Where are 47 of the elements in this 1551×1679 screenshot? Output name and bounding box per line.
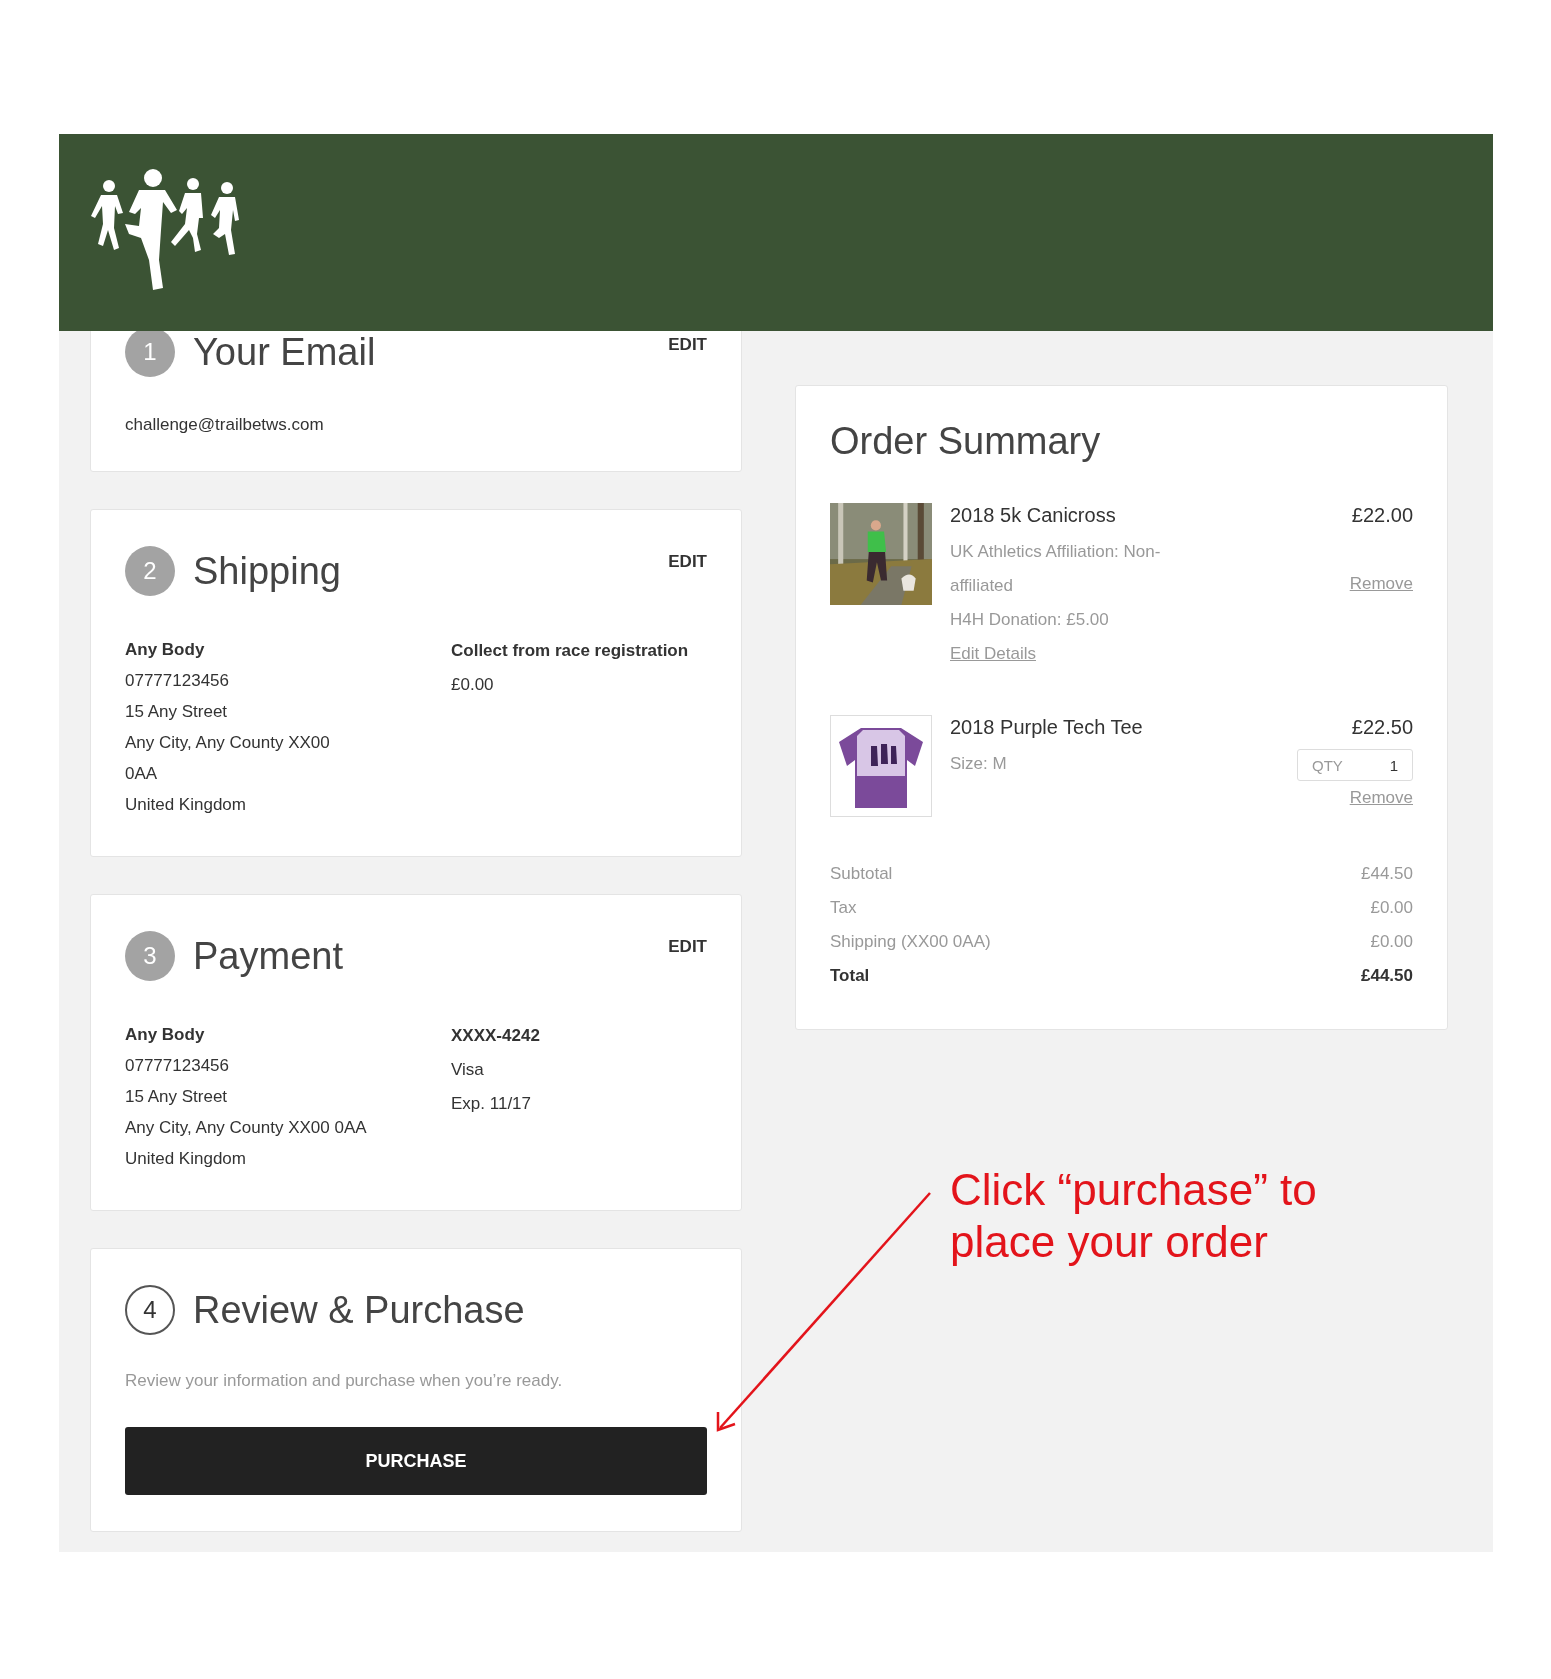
- item-price: £22.50: [1351, 715, 1413, 739]
- shipping-cost: £0.00: [451, 674, 495, 696]
- address-line: 0AA: [125, 763, 159, 785]
- summary-title: Order Summary: [830, 420, 1102, 463]
- address-line: Any City, Any County XX00: [125, 732, 331, 754]
- step-title: Payment: [193, 934, 344, 978]
- total-label: Subtotal: [830, 863, 893, 885]
- step-title: Your Email: [193, 330, 377, 374]
- review-note: Review your information and purchase when you’re ready.: [125, 1371, 564, 1391]
- total-label: Shipping (XX00 0AA): [830, 931, 991, 953]
- address-line: 07777123456: [125, 670, 230, 692]
- annotation-text: Click “purchase” to place your order: [950, 1164, 1318, 1268]
- quantity-field[interactable]: QTY 1: [1297, 749, 1413, 781]
- edit-link[interactable]: EDIT: [668, 335, 707, 355]
- total-label: Total: [830, 965, 870, 987]
- edit-link[interactable]: EDIT: [668, 937, 707, 957]
- step-title: Shipping: [193, 549, 342, 593]
- step-number: 4: [125, 1285, 175, 1335]
- item-name: 2018 5k Canicross: [950, 503, 1117, 527]
- step-number: 3: [125, 931, 175, 981]
- total-value: £0.00: [1370, 897, 1413, 919]
- edit-link[interactable]: EDIT: [668, 552, 707, 572]
- email-text: challenge@trailbetws.com: [125, 415, 325, 435]
- card-expiry: Exp. 11/17: [451, 1093, 533, 1115]
- total-value: £0.00: [1370, 931, 1413, 953]
- card-brand: Visa: [451, 1059, 485, 1081]
- item-detail: H4H Donation: £5.00: [950, 609, 1110, 631]
- shipping-method: Collect from race registration: [451, 640, 690, 662]
- total-value: £44.50: [1361, 863, 1413, 885]
- total-value: £44.50: [1361, 965, 1413, 987]
- address-line: Any Body: [125, 1024, 206, 1046]
- address-line: Any Body: [125, 639, 206, 661]
- step-title: Review & Purchase: [193, 1288, 526, 1332]
- address-line: United Kingdom: [125, 794, 247, 816]
- step-number: 2: [125, 546, 175, 596]
- item-detail: Size: M: [950, 753, 1008, 775]
- address-line: 15 Any Street: [125, 1086, 229, 1108]
- purchase-button[interactable]: PURCHASE: [125, 1427, 707, 1495]
- address-line: 07777123456: [125, 1055, 230, 1077]
- address-line: United Kingdom: [125, 1148, 247, 1170]
- item-name: 2018 Purple Tech Tee: [950, 715, 1144, 739]
- item-price: £22.00: [1351, 503, 1413, 527]
- address-line: Any City, Any County XX00 0AA: [125, 1117, 368, 1139]
- item-detail: UK Athletics Affiliation: Non-affiliated: [950, 541, 1162, 597]
- total-label: Tax: [830, 897, 857, 919]
- card-number: XXXX-4242: [451, 1025, 541, 1047]
- address-line: 15 Any Street: [125, 701, 229, 723]
